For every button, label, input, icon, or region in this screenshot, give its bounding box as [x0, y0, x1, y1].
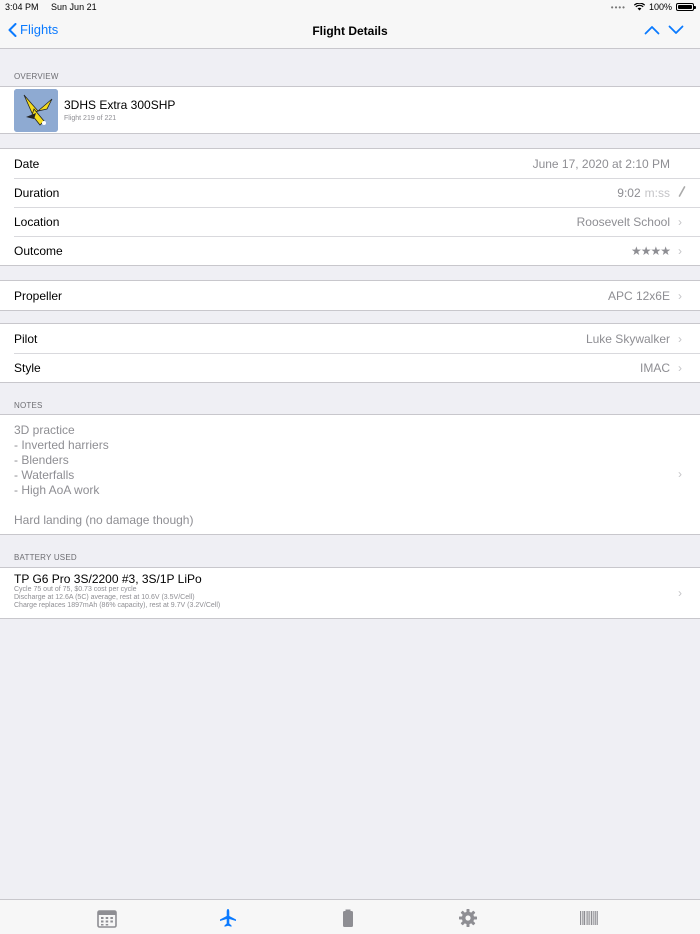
chevron-right-icon: › [678, 467, 682, 481]
duration-row[interactable]: Duration 9:02 m:ss [0, 178, 700, 207]
tab-calendar[interactable] [97, 908, 117, 928]
pilot-value: Luke Skywalker [585, 331, 670, 346]
aircraft-name: 3DHS Extra 300SHP [64, 98, 176, 112]
gear-icon [459, 909, 477, 927]
status-date: Sun Jun 21 [51, 2, 97, 12]
chevron-right-icon: › [678, 586, 682, 600]
propeller-row[interactable]: Propeller APC 12x6E › [0, 281, 700, 310]
outcome-row[interactable]: Outcome ★★★★ › [0, 236, 700, 265]
chevron-right-icon: › [678, 288, 682, 303]
battery-discharge-info: Discharge at 12.6A (5C) average, rest at… [14, 594, 195, 601]
status-bar: 3:04 PM Sun Jun 21 •••• 100% [0, 0, 700, 14]
flight-counter: Flight 219 of 221 [64, 115, 117, 122]
notes-line [14, 498, 686, 513]
tab-bar [0, 899, 700, 934]
chevron-right-icon: › [678, 214, 682, 229]
style-label: Style [14, 360, 41, 375]
aircraft-photo-image [14, 88, 58, 132]
style-value: IMAC [640, 360, 670, 375]
location-label: Location [14, 214, 60, 229]
chevron-right-icon: › [678, 360, 682, 375]
date-label: Date [14, 156, 40, 171]
chevron-up-icon [644, 26, 660, 35]
status-time: 3:04 PM [5, 2, 39, 12]
tab-barcode[interactable] [579, 908, 599, 928]
calendar-icon [97, 910, 117, 928]
pencil-icon[interactable] [678, 185, 686, 200]
tab-flights[interactable] [218, 908, 238, 928]
notes-group: 3D practice - Inverted harriers - Blende… [0, 414, 700, 535]
tab-batteries[interactable] [338, 908, 358, 928]
location-row[interactable]: Location Roosevelt School › [0, 207, 700, 236]
battery-name: TP G6 Pro 3S/2200 #3, 3S/1P LiPo [14, 572, 202, 586]
notes-line: - Waterfalls [14, 468, 75, 482]
battery-icon [343, 909, 353, 927]
propeller-value: APC 12x6E [607, 288, 670, 303]
airplane-icon [220, 909, 236, 927]
pilot-label: Pilot [14, 331, 38, 346]
propeller-label: Propeller [14, 288, 63, 303]
chevron-right-icon: › [678, 243, 682, 258]
tab-settings[interactable] [458, 908, 478, 928]
date-row[interactable]: Date June 17, 2020 at 2:10 PM [0, 149, 700, 178]
navigation-bar: Flights Flight Details [0, 14, 700, 49]
pilot-group: Pilot Luke Skywalker › Style IMAC › [0, 323, 700, 383]
chevron-down-icon [668, 25, 684, 34]
notes-line: Hard landing (no damage though) [14, 513, 194, 527]
battery-used-row[interactable]: TP G6 Pro 3S/2200 #3, 3S/1P LiPo Cycle 7… [0, 568, 700, 618]
page-title: Flight Details [312, 24, 388, 38]
style-row[interactable]: Style IMAC › [0, 353, 700, 382]
pilot-row[interactable]: Pilot Luke Skywalker › [0, 324, 700, 353]
propeller-group: Propeller APC 12x6E › [0, 280, 700, 311]
previous-flight-button[interactable] [644, 23, 660, 41]
duration-unit: m:ss [644, 185, 670, 200]
notes-header: NOTES [14, 401, 43, 410]
battery-used-header: BATTERY USED [14, 553, 77, 562]
battery-charge-info: Charge replaces 1897mAh (86% capacity), … [14, 602, 221, 609]
notes-text-area[interactable]: 3D practice - Inverted harriers - Blende… [0, 415, 700, 534]
aircraft-row[interactable]: 3DHS Extra 300SHP Flight 219 of 221 [0, 87, 700, 133]
battery-group: TP G6 Pro 3S/2200 #3, 3S/1P LiPo Cycle 7… [0, 567, 700, 619]
overview-header: OVERVIEW [14, 72, 59, 81]
chevron-right-icon: › [678, 331, 682, 346]
overview-group: 3DHS Extra 300SHP Flight 219 of 221 [0, 86, 700, 134]
outcome-stars: ★★★★ [630, 243, 671, 258]
date-value: June 17, 2020 at 2:10 PM [532, 156, 670, 171]
flight-info-group: Date June 17, 2020 at 2:10 PM Duration 9… [0, 148, 700, 266]
notes-line: - High AoA work [14, 483, 100, 497]
battery-status-icon [676, 3, 696, 11]
outcome-label: Outcome [14, 243, 63, 258]
battery-percent: 100% [648, 2, 672, 12]
aircraft-thumbnail [14, 88, 58, 132]
location-value: Roosevelt School [576, 214, 670, 229]
notes-line: - Inverted harriers [14, 438, 109, 452]
notes-line: 3D practice [14, 423, 75, 437]
duration-value: 9:02 [617, 185, 641, 200]
battery-cycle-info: Cycle 75 out of 75, $0.73 cost per cycle [14, 586, 137, 593]
flight-details-content: OVERVIEW 3DHS Extra 300SHP Flight 219 of… [0, 49, 700, 899]
wifi-icon [633, 3, 645, 11]
next-flight-button[interactable] [668, 23, 684, 41]
notes-line: - Blenders [14, 453, 69, 467]
barcode-icon [580, 911, 598, 925]
duration-label: Duration [14, 185, 60, 200]
multitask-dots-icon: •••• [610, 2, 626, 12]
